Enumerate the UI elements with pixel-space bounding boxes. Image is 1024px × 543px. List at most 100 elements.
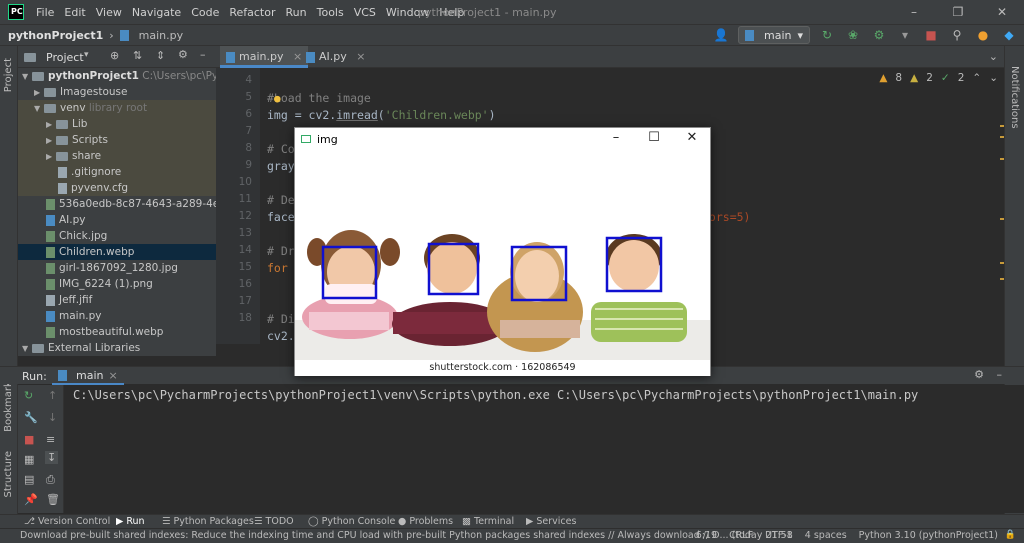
more-actions-icon[interactable]: ▾ [896, 26, 914, 44]
run-tab-main[interactable]: main × [52, 367, 124, 385]
tree-item-venv[interactable]: ▼ venv library root [18, 100, 216, 116]
indent-setting[interactable]: 4 spaces [805, 530, 847, 541]
menu-code[interactable]: Code [191, 6, 219, 19]
update-icon[interactable]: ● [974, 26, 992, 44]
breadcrumb-file[interactable]: main.py [139, 29, 183, 42]
structure-tool-button[interactable]: Structure [3, 451, 14, 498]
gear-icon[interactable]: ⚙ [974, 368, 984, 381]
menu-run[interactable]: Run [286, 6, 307, 19]
tree-item-ai-py[interactable]: AI.py [18, 212, 216, 228]
tree-item-scripts[interactable]: ▶ Scripts [18, 132, 216, 148]
breadcrumb-project[interactable]: pythonProject1 [8, 29, 103, 42]
minimize-icon[interactable]: – [601, 130, 631, 145]
lock-icon[interactable]: 🔒 [1005, 530, 1016, 540]
tool-services[interactable]: ▶ Services [526, 516, 576, 527]
tree-item-chick[interactable]: Chick.jpg [18, 228, 216, 244]
close-icon[interactable]: ✕ [677, 130, 707, 145]
console-output[interactable]: C:\Users\pc\PycharmProjects\pythonProjec… [64, 385, 1024, 513]
print-icon[interactable]: ⎙ [46, 473, 55, 487]
inspection-widget[interactable]: ▲ 8 ▲ 2 ✓ 2 ⌃ ⌄ [879, 72, 998, 84]
arrow-down-icon[interactable]: ↓ [48, 411, 57, 424]
wrench-icon[interactable]: 🔧 [24, 411, 38, 424]
image-file-icon [46, 230, 55, 242]
tool-todo[interactable]: ☰ TODO [254, 516, 294, 527]
restore-layout-icon[interactable]: ▦ [24, 453, 34, 466]
tool-run[interactable]: ▶ Run [116, 516, 145, 527]
python-interpreter[interactable]: Python 3.10 (pythonProject1) [859, 530, 998, 541]
tool-terminal[interactable]: ▩ Terminal [462, 516, 514, 527]
chevron-down-icon[interactable]: ▾ [84, 50, 89, 60]
stop-icon[interactable]: ■ [922, 26, 940, 44]
arrow-up-icon[interactable]: ↑ [48, 389, 57, 402]
soft-wrap-icon[interactable]: ≡ [46, 433, 55, 446]
lightbulb-icon[interactable]: ● [274, 92, 281, 105]
caret-position[interactable]: 6:19 [696, 530, 717, 541]
tree-item-external-libraries[interactable]: ▼ External Libraries [18, 340, 216, 356]
tool-version-control[interactable]: ⎇ Version Control [24, 516, 110, 527]
scroll-to-end-icon[interactable]: ↧ [45, 451, 59, 464]
tree-item-imagestouse[interactable]: ▶ Imagestouse [18, 84, 216, 100]
status-message[interactable]: Download pre-built shared indexes: Reduc… [20, 530, 793, 541]
rerun-icon[interactable]: ↻ [818, 26, 836, 44]
bookmarks-tool-button[interactable]: Bookmarks [3, 376, 14, 432]
tree-item-girl[interactable]: girl-1867092_1280.jpg [18, 260, 216, 276]
notifications-tool-button[interactable]: Notifications [1009, 66, 1020, 129]
tree-item-lib[interactable]: ▶ Lib [18, 116, 216, 132]
chevron-down-icon: ▼ [22, 72, 29, 81]
locate-icon[interactable]: ⊕ [110, 49, 119, 62]
user-icon[interactable]: 👤 [712, 26, 730, 44]
delete-icon[interactable]: 🗑 [46, 493, 60, 506]
chevron-down-icon[interactable]: ⌄ [989, 50, 998, 63]
tree-item-children[interactable]: Children.webp [18, 244, 216, 260]
tree-item-project-root[interactable]: ▼pythonProject1 C:\Users\pc\PycharmP [18, 68, 216, 84]
debug-icon[interactable]: ❀ [844, 26, 862, 44]
project-tool-button[interactable]: Project [3, 58, 14, 92]
menu-file[interactable]: File [36, 6, 54, 19]
expand-icon[interactable]: ⇕ [156, 49, 165, 62]
tree-item-img6224[interactable]: IMG_6224 (1).png [18, 276, 216, 292]
hide-icon[interactable]: – [200, 48, 206, 61]
menu-vcs[interactable]: VCS [354, 6, 376, 19]
close-tab-icon[interactable]: × [108, 369, 117, 382]
file-encoding[interactable]: UTF-8 [765, 530, 793, 541]
line-separator[interactable]: CRLF [729, 530, 753, 541]
menu-edit[interactable]: Edit [64, 6, 85, 19]
menu-view[interactable]: View [96, 6, 122, 19]
image-window-title-bar[interactable]: img – ☐ ✕ [295, 128, 710, 152]
stop-icon[interactable]: ■ [24, 433, 34, 446]
search-icon[interactable]: ⚲ [948, 26, 966, 44]
tool-python-packages[interactable]: ☰ Python Packages [162, 516, 254, 527]
close-icon[interactable]: ✕ [980, 5, 1024, 19]
rerun-icon[interactable]: ↻ [24, 389, 33, 402]
collapse-icon[interactable]: ⇅ [133, 49, 142, 62]
close-tab-icon[interactable]: × [356, 50, 365, 63]
minimize-icon[interactable]: – [892, 5, 936, 19]
tree-item-file[interactable]: 536a0edb-8c87-4643-a289-4e813b [18, 196, 216, 212]
tree-item-jeff[interactable]: Jeff.jfif [18, 292, 216, 308]
layout-icon[interactable]: ▤ [24, 473, 34, 486]
gear-icon[interactable]: ⚙ [178, 48, 188, 61]
project-panel-title[interactable]: Project [46, 51, 84, 64]
chevron-up-icon[interactable]: ⌃ [972, 72, 981, 84]
tree-item-share[interactable]: ▶ share [18, 148, 216, 164]
pin-icon[interactable]: 📌 [24, 493, 38, 506]
menu-navigate[interactable]: Navigate [132, 6, 181, 19]
tab-main-py[interactable]: main.py × [220, 46, 309, 68]
tree-item-pyvenv[interactable]: pyvenv.cfg [18, 180, 216, 196]
coverage-icon[interactable]: ⚙ [870, 26, 888, 44]
jetbrains-toolbox-icon[interactable]: ◆ [1000, 26, 1018, 44]
opencv-image-window[interactable]: img – ☐ ✕ shutterstock.com · 162086549 [294, 127, 711, 376]
tool-python-console[interactable]: ◯ Python Console [308, 516, 395, 527]
tab-ai-py[interactable]: AI.py × [300, 46, 371, 68]
menu-refactor[interactable]: Refactor [229, 6, 275, 19]
tree-item-mostbeautiful[interactable]: mostbeautiful.webp [18, 324, 216, 340]
maximize-icon[interactable]: ☐ [639, 130, 669, 145]
chevron-down-icon[interactable]: ⌄ [989, 72, 998, 84]
menu-tools[interactable]: Tools [317, 6, 344, 19]
restore-icon[interactable]: ❐ [936, 5, 980, 19]
hide-icon[interactable]: – [997, 368, 1003, 381]
tree-item-main-py[interactable]: main.py [18, 308, 216, 324]
tree-item-gitignore[interactable]: .gitignore [18, 164, 216, 180]
run-configuration-select[interactable]: main ▾ [737, 26, 810, 44]
tool-problems[interactable]: ● Problems [398, 516, 453, 527]
